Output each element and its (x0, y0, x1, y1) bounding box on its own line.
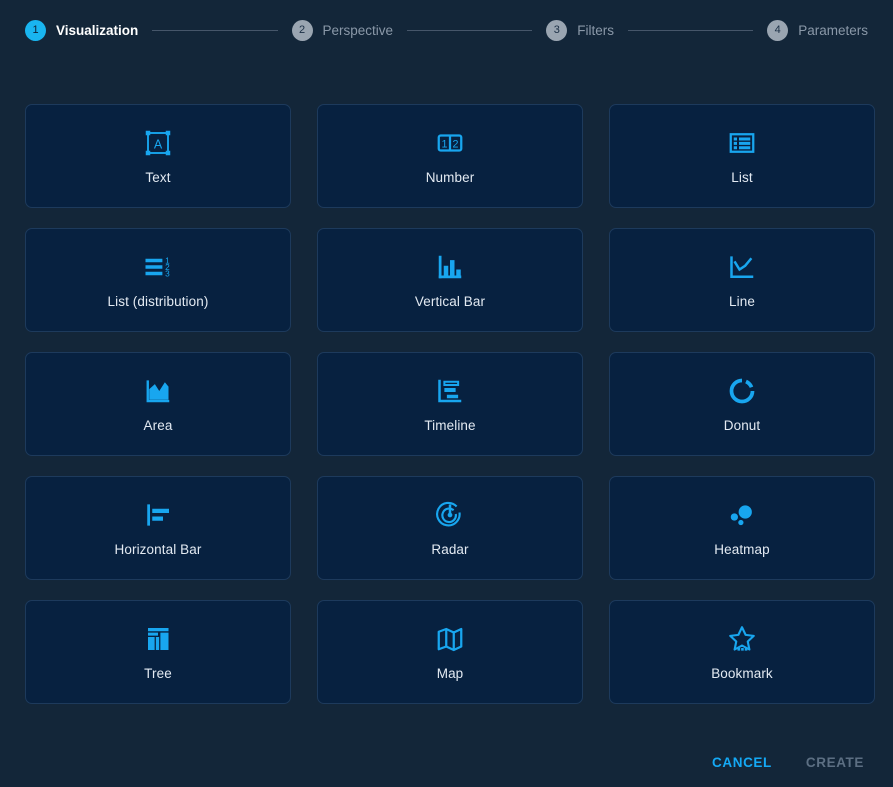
visualization-card-map[interactable]: Map (317, 600, 583, 704)
stepper-connector (628, 29, 754, 31)
step-number-badge: 1 (25, 19, 46, 41)
step-number-badge: 4 (767, 19, 789, 41)
visualization-card-list-distribution[interactable]: 1 2 3 List (distribution) (25, 228, 291, 332)
visualization-card-label: Text (145, 169, 171, 185)
list-distribution-icon: 1 2 3 (143, 252, 173, 282)
visualization-card-timeline[interactable]: Timeline (317, 352, 583, 456)
visualization-card-line[interactable]: Line (609, 228, 875, 332)
cancel-button[interactable]: CANCEL (708, 749, 776, 776)
visualization-card-bookmark[interactable]: Bookmark (609, 600, 875, 704)
list-icon (727, 128, 757, 158)
visualization-card-number[interactable]: 1 2 Number (317, 104, 583, 208)
heatmap-bubbles-icon (727, 500, 757, 530)
step-number-badge: 3 (546, 19, 568, 41)
step-perspective[interactable]: 2 Perspective (291, 19, 394, 41)
step-label: Filters (577, 22, 615, 38)
visualization-card-label: Vertical Bar (414, 293, 486, 309)
visualization-card-heatmap[interactable]: Heatmap (609, 476, 875, 580)
line-chart-icon (727, 252, 757, 282)
star-bookmark-icon (727, 624, 757, 654)
step-label: Visualization (56, 22, 139, 38)
visualization-card-donut[interactable]: Donut (609, 352, 875, 456)
timeline-icon (435, 376, 465, 406)
create-button[interactable]: CREATE (802, 749, 868, 776)
visualization-card-vertical-bar[interactable]: Vertical Bar (317, 228, 583, 332)
step-label: Perspective (322, 22, 394, 38)
number-counter-icon: 1 2 (435, 128, 465, 158)
step-label: Parameters (798, 22, 869, 38)
svg-text:1: 1 (442, 138, 448, 150)
text-selection-icon: A (143, 128, 173, 158)
visualization-card-label: Line (729, 293, 755, 309)
wizard-stepper: 1 Visualization 2 Perspective 3 Filters … (0, 0, 893, 60)
radar-icon (435, 500, 465, 530)
visualization-card-label: Number (425, 169, 475, 185)
treemap-icon (143, 624, 173, 654)
visualization-card-area[interactable]: Area (25, 352, 291, 456)
stepper-connector (152, 29, 278, 31)
svg-text:2: 2 (453, 138, 459, 150)
step-parameters[interactable]: 4 Parameters (767, 19, 869, 41)
horizontal-bar-chart-icon (143, 500, 173, 530)
step-filters[interactable]: 3 Filters (546, 19, 615, 41)
visualization-card-label: Area (143, 417, 173, 433)
step-number-badge: 2 (291, 19, 313, 41)
dialog-footer: CANCEL CREATE (708, 749, 868, 776)
visualization-card-horizontal-bar[interactable]: Horizontal Bar (25, 476, 291, 580)
visualization-card-label: List (731, 169, 753, 185)
visualization-card-label: Timeline (424, 417, 476, 433)
donut-chart-icon (727, 376, 757, 406)
visualization-card-label: Donut (723, 417, 761, 433)
visualization-card-label: Tree (144, 665, 172, 681)
vertical-bar-chart-icon (435, 252, 465, 282)
visualization-card-list[interactable]: List (609, 104, 875, 208)
visualization-card-label: Heatmap (714, 541, 770, 557)
map-icon (435, 624, 465, 654)
stepper-connector (407, 29, 533, 31)
visualization-card-tree[interactable]: Tree (25, 600, 291, 704)
visualization-card-text[interactable]: A Text (25, 104, 291, 208)
area-chart-icon (143, 376, 173, 406)
visualization-card-label: List (distribution) (107, 293, 209, 309)
visualization-type-grid: A Text 1 2 Number List 1 2 3 List (distr… (0, 60, 893, 704)
visualization-card-label: Map (436, 665, 464, 681)
visualization-card-radar[interactable]: Radar (317, 476, 583, 580)
svg-text:3: 3 (165, 269, 170, 278)
visualization-card-label: Horizontal Bar (114, 541, 202, 557)
svg-text:A: A (154, 137, 163, 151)
visualization-card-label: Bookmark (711, 665, 773, 681)
visualization-card-label: Radar (431, 541, 469, 557)
step-visualization[interactable]: 1 Visualization (25, 19, 139, 41)
